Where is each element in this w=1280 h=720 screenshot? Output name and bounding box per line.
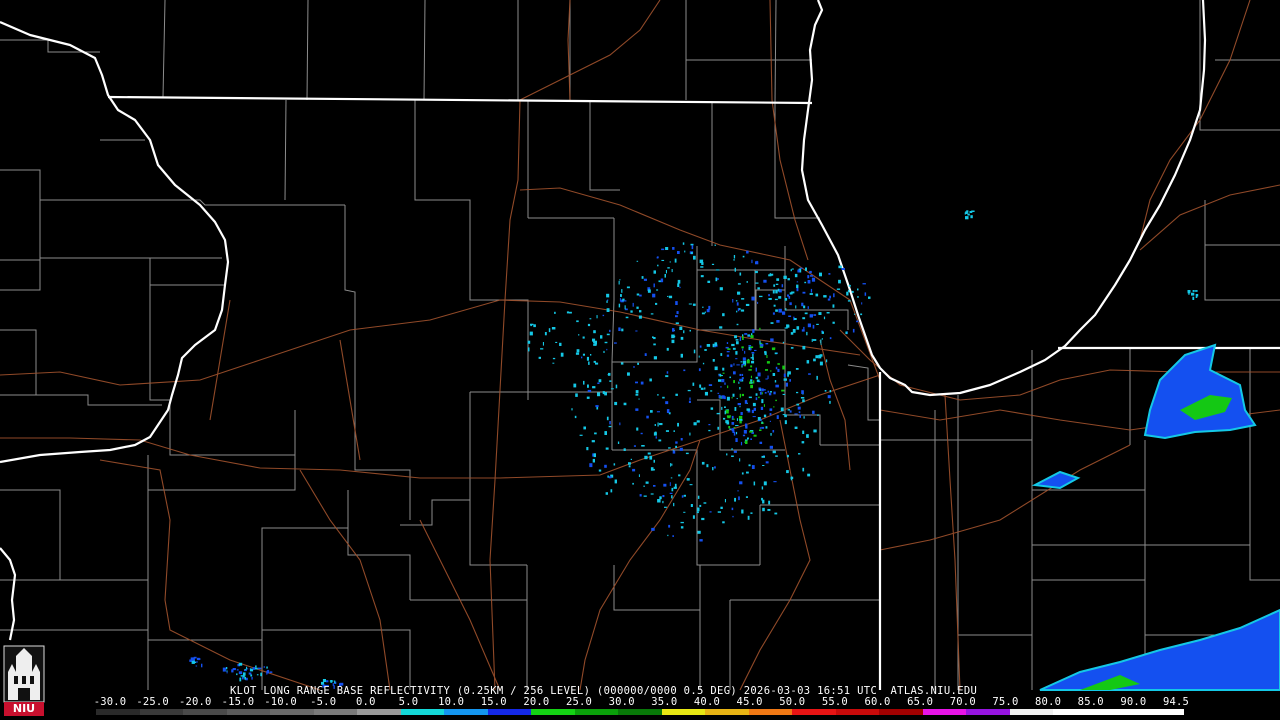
colorbar-segment (96, 709, 140, 715)
radar-map (0, 0, 1280, 720)
colorbar-label: 90.0 (1120, 696, 1147, 708)
colorbar-segment (792, 709, 836, 715)
colorbar-label: 94.5 (1162, 696, 1190, 708)
colorbar-label: 5.0 (398, 696, 419, 708)
colorbar-label: 60.0 (864, 696, 891, 708)
colorbar-label: 25.0 (565, 696, 593, 708)
colorbar-segment (487, 709, 532, 715)
colorbar-segment (1140, 709, 1184, 715)
colorbar-label: -10.0 (264, 696, 297, 708)
colorbar-label: 70.0 (949, 696, 976, 708)
colorbar-segment (705, 709, 749, 715)
colorbar-segment (966, 709, 1010, 715)
colorbar-segment (531, 709, 575, 715)
colorbar-segment (1096, 709, 1141, 715)
colorbar-label: 0.0 (356, 696, 376, 708)
colorbar-label: 10.0 (438, 696, 465, 708)
colorbar-segment (313, 709, 358, 715)
colorbar-label: -25.0 (136, 696, 169, 708)
colorbar-label: 55.0 (821, 696, 848, 708)
colorbar-label: 15.0 (480, 696, 507, 708)
colorbar-label: 35.0 (651, 696, 678, 708)
colorbar-label: -20.0 (178, 696, 212, 708)
colorbar-segment (226, 709, 271, 715)
colorbar-segment (1009, 709, 1054, 715)
colorbar-label: 45.0 (736, 696, 763, 708)
colorbar-segment (879, 709, 923, 715)
colorbar-segment (661, 709, 706, 715)
colorbar-segment (748, 709, 793, 715)
colorbar-label: 80.0 (1035, 696, 1062, 708)
colorbar-segment (1053, 709, 1097, 715)
colorbar-label: 50.0 (779, 696, 806, 708)
colorbar-label: -5.0 (310, 696, 337, 708)
colorbar-segment (618, 709, 662, 715)
colorbar-segment (183, 709, 227, 715)
colorbar-label: -30.0 (93, 696, 127, 708)
colorbar-labels: -30.0 -25.0 -20.0 -15.0 -10.0 -5.0 0.0 5.0 10.0 1… (0, 696, 1280, 708)
colorbar-segment (444, 709, 488, 715)
colorbar-segment (357, 709, 401, 715)
colorbar-segment (922, 709, 967, 715)
colorbar-label: -15.0 (221, 696, 255, 708)
colorbar-label: 40.0 (693, 696, 720, 708)
colorbar-segment (835, 709, 880, 715)
colorbar-label: 65.0 (907, 696, 934, 708)
colorbar-label: 30.0 (608, 696, 635, 708)
colorbar-label: 85.0 (1077, 696, 1104, 708)
colorbar-segment (139, 709, 184, 715)
colorbar-label: 20.0 (523, 696, 550, 708)
colorbar-segment (400, 709, 445, 715)
reflectivity-colorbar (96, 709, 1184, 715)
colorbar-segment (270, 709, 314, 715)
colorbar-label: 75.0 (992, 696, 1019, 708)
colorbar-segment (574, 709, 619, 715)
